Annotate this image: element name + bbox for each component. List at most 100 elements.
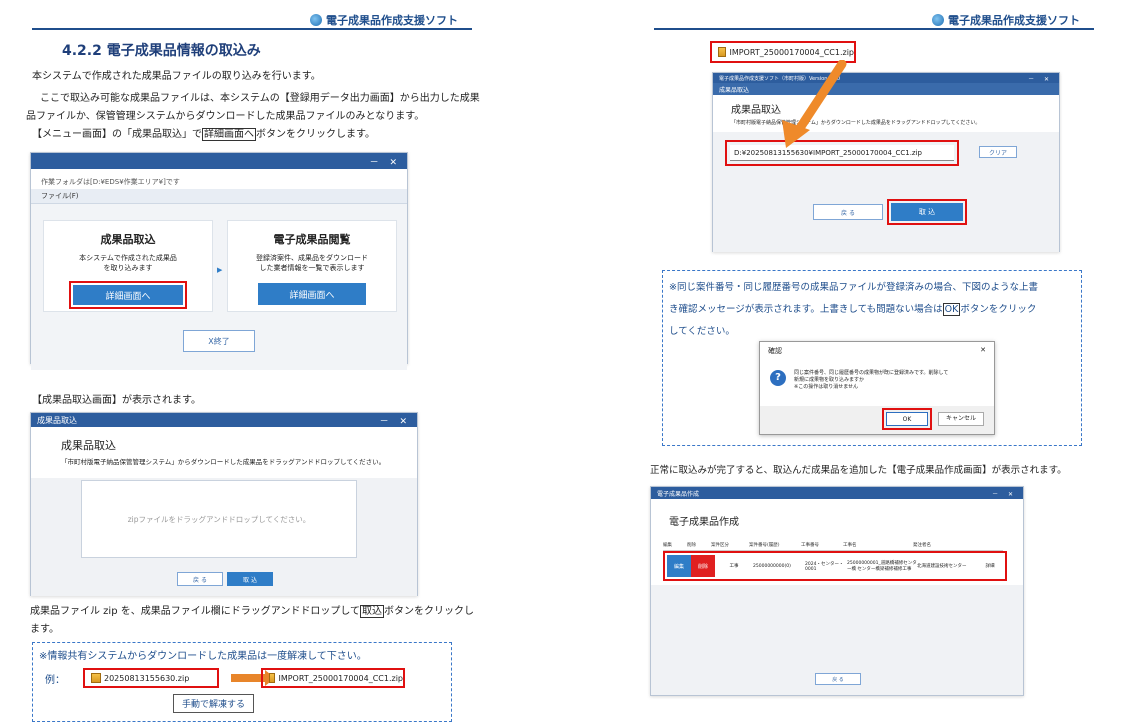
zip-after-box: IMPORT_25000170004_CC1.zip — [261, 668, 405, 688]
table-header-row: 編集 削除 案件区分 案件番号(履歴) 工事番号 工事名 発注者名 — [663, 539, 1003, 551]
back-button[interactable]: 戻 る — [177, 572, 223, 586]
p5-post: ボタンをクリックし — [384, 606, 475, 617]
window-controls[interactable]: － ✕ — [380, 414, 411, 427]
paragraph-5b: ます。 — [30, 624, 59, 635]
dialog-title: 確認 — [768, 347, 782, 355]
import-desc: 「市町村版電子納品保管管理システム」からダウンロードした成果品をドラッグアンドド… — [61, 458, 386, 466]
import-window-right: 電子成果品作成支援ソフト（市町村版）Version 3.00 － ✕ 成果品取込 … — [712, 72, 1060, 252]
p3-button-ref: 詳細画面へ — [202, 128, 256, 141]
note-line2-pre: き確認メッセージが表示されます。上書きしても問題ない場合は — [669, 304, 943, 315]
note-line2-post: ボタンをクリック — [960, 304, 1037, 315]
col-header: 案件番号(履歴) — [749, 542, 780, 548]
zip-after-name: IMPORT_25000170004_CC1.zip — [278, 673, 403, 683]
right-header-brand: 電子成果品作成支援ソフト — [932, 12, 1080, 28]
right-header-rule — [654, 28, 1094, 30]
exit-button[interactable]: X終了 — [183, 330, 255, 352]
row-cell: 2024・センター・0001 — [805, 561, 844, 572]
create-window: 電子成果品作成 － ✕ 電子成果品作成 編集 削除 案件区分 案件番号(履歴) 工… — [650, 486, 1024, 696]
orange-arrow-icon — [231, 674, 265, 682]
paragraph-3: 【メニュー画面】の「成果品取込」で 詳細画面へ ボタンをクリックします。 — [32, 126, 375, 143]
drop-zone-text: zipファイルをドラッグアンドドロップしてください。 — [127, 514, 311, 524]
card-browse-title: 電子成果品閲覧 — [273, 233, 351, 246]
create-window-title: 電子成果品作成 — [657, 490, 700, 498]
new-row-highlight: 編集 削除 工事 25000000000(0) 2024・センター・0001 2… — [663, 551, 1007, 581]
paragraph-1: 本システムで作成された成果品ファイルの取り込みを行います。 — [32, 71, 321, 82]
col-header: 工事名 — [843, 542, 857, 548]
row-cell: 25000000000(0) — [753, 563, 791, 569]
p3-pre: 【メニュー画面】の「成果品取込」で — [32, 129, 202, 140]
paragraph-5: 成果品ファイル zip を、成果品ファイル欄にドラッグアンドドロップして 取込 ボタ… — [30, 603, 474, 620]
note-box-right: ※同じ案件番号・同じ履歴番号の成果品ファイルが登録済みの場合、下図のような上書 … — [662, 270, 1082, 446]
create-titlebar: 電子成果品作成 － ✕ — [651, 487, 1023, 499]
zip-before-name: 20250813155630.zip — [104, 673, 190, 683]
right-tab[interactable]: 成果品取込 — [713, 83, 1059, 95]
p5-button-ref: 取込 — [360, 605, 385, 618]
col-header: 発注者名 — [913, 542, 931, 548]
brand-text: 電子成果品作成支援ソフト — [326, 14, 458, 27]
clear-button[interactable]: クリア — [979, 146, 1017, 158]
window-controls[interactable]: － ✕ — [992, 489, 1017, 498]
back-button[interactable]: 戻 る — [813, 204, 883, 220]
import-button-highlight: 取 込 — [887, 199, 967, 225]
paragraph-done: 正常に取込みが完了すると、取込んだ成果品を追加した【電子成果品作成画面】が表示さ… — [650, 465, 1067, 476]
window-controls[interactable]: － ✕ — [1028, 74, 1053, 83]
import-window-title: 成果品取込 — [37, 415, 77, 425]
paragraph-2b: 品ファイルか、保管管理システムからダウンロードした成果品ファイルのみとなります。 — [26, 111, 425, 122]
cancel-button[interactable]: キャンセル — [938, 412, 984, 426]
paragraph-2a: ここで取込み可能な成果品ファイルは、本システムの【登録用データ出力画面】から出力… — [40, 93, 480, 104]
dialog-msg1: 同じ案件番号、同じ履歴番号の成果物が既に登録済みです。削除して — [794, 370, 949, 376]
row-detail-button[interactable]: 詳細 — [973, 563, 1007, 569]
brand-logo-icon — [932, 14, 944, 26]
import-button[interactable]: 取 込 — [891, 203, 963, 221]
table-row[interactable]: 編集 削除 工事 25000000000(0) 2024・センター・0001 2… — [667, 555, 1003, 577]
import-window-titlebar: 成果品取込 － ✕ — [31, 413, 417, 427]
right-titlebar: 電子成果品作成支援ソフト（市町村版）Version 3.00 － ✕ — [713, 73, 1059, 83]
drop-zone[interactable]: zipファイルをドラッグアンドドロップしてください。 — [81, 480, 357, 558]
row-cell: 北海道建設技術センター — [917, 564, 967, 569]
note-example-label: 例： — [45, 675, 65, 686]
brand-text: 電子成果品作成支援ソフト — [948, 14, 1080, 27]
import-button[interactable]: 取 込 — [227, 572, 273, 586]
card-import-button[interactable]: 詳細画面へ — [73, 285, 183, 305]
window-controls[interactable]: － ✕ — [370, 155, 401, 168]
zip-icon — [91, 673, 101, 683]
card-browse: 電子成果品閲覧 登録済案件、成果品をダウンロード した業者情報を一覧で表示します… — [227, 220, 397, 312]
dialog-msg2: 新規に成果物を取り込みますか — [794, 377, 865, 383]
p5-pre: 成果品ファイル zip を、成果品ファイル欄にドラッグアンドドロップして — [30, 606, 361, 617]
row-edit-button[interactable]: 編集 — [667, 555, 691, 577]
dialog-close-icon[interactable]: ✕ — [980, 346, 986, 356]
col-header: 編集 — [663, 542, 672, 548]
row-cell: 工事 — [729, 564, 739, 569]
manual-unzip-label: 手動で解凍する — [173, 694, 255, 713]
create-heading: 電子成果品作成 — [669, 517, 739, 528]
menu-window-titlebar: － ✕ — [31, 153, 407, 169]
brand-logo-icon — [310, 14, 322, 26]
create-table: 編集 削除 案件区分 案件番号(履歴) 工事番号 工事名 発注者名 — [663, 539, 1003, 551]
card-import-desc2: を取り込みます — [103, 264, 153, 272]
note-box-left: ※情報共有システムからダウンロードした成果品は一度解凍して下さい。 例： 202… — [32, 642, 452, 722]
card-import-button-highlight: 詳細画面へ — [69, 281, 187, 309]
paragraph-4: 【成果品取込画面】が表示されます。 — [32, 395, 201, 406]
zip-file-name: IMPORT_25000170004_CC1.zip — [729, 47, 854, 57]
note-line3: してください。 — [669, 326, 735, 337]
menu-file[interactable]: ファイル(F) — [31, 189, 407, 204]
import-window-left: 成果品取込 － ✕ 成果品取込 「市町村版電子納品保管管理システム」からダウンロー… — [30, 412, 418, 596]
card-browse-button[interactable]: 詳細画面へ — [258, 283, 366, 305]
dialog-msg3: ※この操作は取り消せません — [794, 384, 859, 390]
menu-window: － ✕ 作業フォルダは[D:¥EDS¥作業エリア¥]です ファイル(F) 成果品… — [30, 152, 408, 370]
row-cell: 25000000001_道路橋補修センター橋 センター橋梁補修補修工事 — [847, 561, 917, 572]
ok-button-highlight: OK — [882, 408, 932, 430]
zip-before-box: 20250813155630.zip — [83, 668, 219, 688]
confirm-dialog: 確認 ✕ ? 同じ案件番号、同じ履歴番号の成果物が既に登録済みです。削除して 新… — [759, 341, 995, 435]
menu-path: 作業フォルダは[D:¥EDS¥作業エリア¥]です — [41, 178, 180, 186]
col-header: 削除 — [687, 542, 696, 548]
create-back-button[interactable]: 戻 る — [815, 673, 861, 685]
left-header-rule — [32, 28, 472, 30]
card-browse-desc1: 登録済案件、成果品をダウンロード — [256, 254, 368, 262]
row-delete-button[interactable]: 削除 — [691, 555, 715, 577]
note-line2: き確認メッセージが表示されます。上書きしても問題ない場合は OK ボタンをクリック — [669, 301, 1081, 319]
orange-drag-arrow-icon — [782, 60, 847, 148]
question-icon: ? — [770, 370, 786, 386]
note-line1: ※同じ案件番号・同じ履歴番号の成果品ファイルが登録済みの場合、下図のような上書 — [669, 282, 1038, 293]
ok-button[interactable]: OK — [886, 412, 928, 426]
